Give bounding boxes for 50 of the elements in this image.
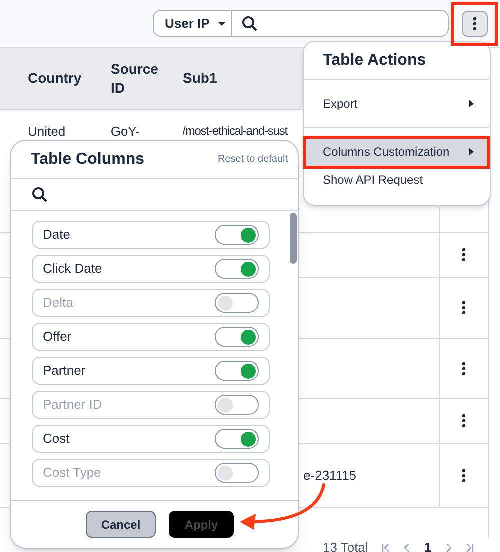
scrollbar-thumb[interactable] bbox=[290, 213, 297, 264]
column-header: Country bbox=[28, 69, 82, 88]
previous-page-icon[interactable] bbox=[404, 544, 410, 552]
more-options-button[interactable] bbox=[462, 10, 488, 36]
search-icon bbox=[32, 186, 48, 202]
reset-link[interactable]: Reset to default bbox=[218, 152, 288, 167]
total-count: 13 Total bbox=[323, 539, 368, 552]
kebab-icon bbox=[462, 301, 466, 315]
column-header: Sub1 bbox=[183, 69, 218, 88]
kebab-icon bbox=[473, 16, 477, 30]
kebab-icon bbox=[462, 414, 466, 428]
menu-title: Table Actions bbox=[323, 50, 426, 70]
column-toggle-row: Delta bbox=[32, 289, 270, 317]
toggle-switch[interactable] bbox=[215, 327, 259, 347]
dropdown-caret-icon bbox=[218, 22, 226, 26]
search-field[interactable] bbox=[232, 10, 449, 37]
menu-item[interactable]: Columns Customization bbox=[304, 138, 490, 166]
kebab-icon bbox=[462, 362, 466, 376]
table-cell-text: /most-ethical-and-sust bbox=[182, 123, 288, 140]
current-page[interactable]: 1 bbox=[424, 538, 432, 552]
menu-item[interactable]: Show API Request bbox=[304, 166, 490, 194]
filter-select[interactable]: User IP bbox=[153, 10, 232, 37]
menu-item[interactable]: Export bbox=[304, 80, 490, 128]
toggle-switch[interactable] bbox=[215, 463, 259, 483]
next-page-icon[interactable] bbox=[446, 544, 452, 552]
toggle-switch[interactable] bbox=[215, 225, 259, 245]
toggle-switch[interactable] bbox=[215, 293, 259, 313]
kebab-icon bbox=[462, 248, 466, 262]
table-cell: United bbox=[28, 124, 66, 139]
panel-title: Table Columns bbox=[31, 150, 144, 170]
toggle-switch[interactable] bbox=[215, 361, 259, 381]
column-toggle-row: Date bbox=[32, 221, 270, 249]
kebab-icon bbox=[462, 468, 466, 482]
column-toggle-row: Cost bbox=[32, 425, 270, 453]
search-icon bbox=[242, 16, 258, 32]
column-toggle-row: Click Date bbox=[32, 255, 270, 283]
column-toggle-row: Partner bbox=[32, 357, 270, 385]
toggle-switch[interactable] bbox=[215, 429, 259, 449]
first-page-icon[interactable] bbox=[382, 544, 390, 552]
cancel-button[interactable]: Cancel bbox=[86, 511, 156, 538]
highlight-frame bbox=[451, 2, 498, 46]
table-cell: GoY- bbox=[110, 124, 140, 139]
table-cell-text: e-231115 bbox=[304, 466, 357, 485]
toggle-switch[interactable] bbox=[215, 395, 259, 415]
toggle-switch[interactable] bbox=[215, 259, 259, 279]
last-page-icon[interactable] bbox=[466, 544, 474, 552]
column-header: Source ID bbox=[111, 60, 160, 98]
column-toggle-row: Partner ID bbox=[32, 391, 270, 419]
column-toggle-row: Cost Type bbox=[32, 459, 270, 487]
column-toggle-row: Offer bbox=[32, 323, 270, 351]
